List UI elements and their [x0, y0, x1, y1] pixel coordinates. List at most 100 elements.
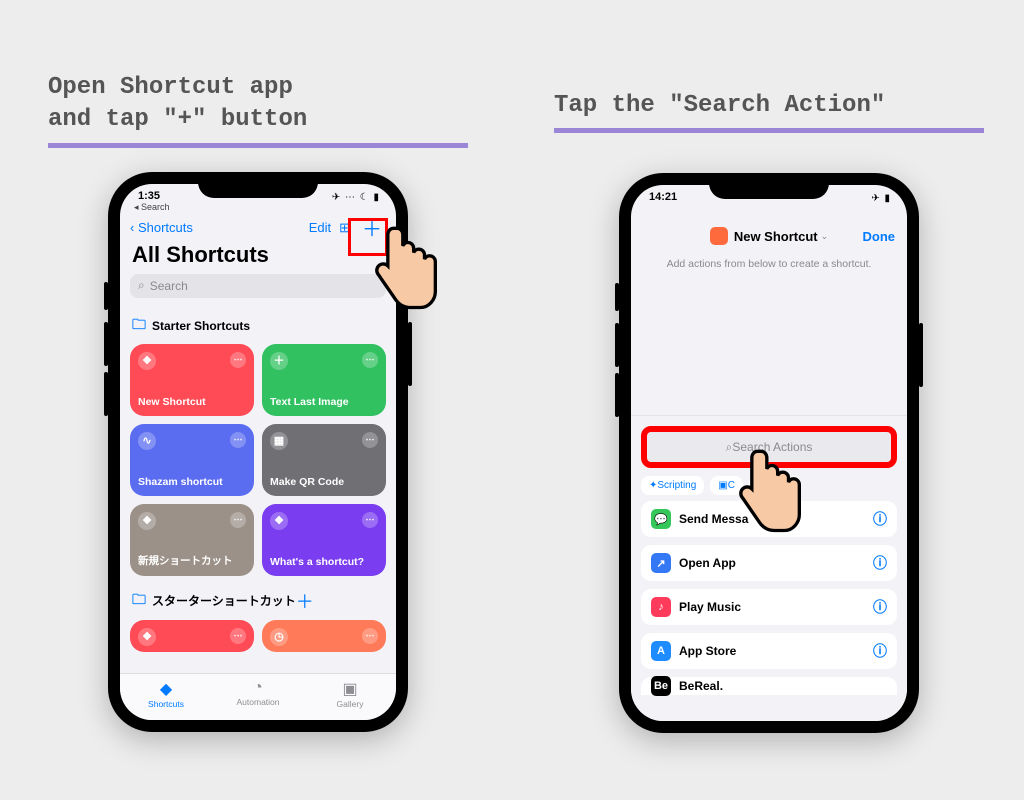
tab-shortcuts[interactable]: ◆Shortcuts — [120, 674, 212, 720]
tile-label: Text Last Image — [270, 396, 378, 408]
phone-screen-left: 1:35 ◂ Search ✈ ⋯ ☾ ▮ ‹ Shortcuts Edit ⊞… — [120, 184, 396, 720]
more-icon[interactable]: ⋯ — [362, 432, 378, 448]
status-indicators: ✈ ⋯ ☾ ▮ — [332, 192, 380, 203]
page-title: All Shortcuts — [120, 242, 396, 274]
tile-icon: ❖ — [138, 628, 156, 646]
phone-notch — [709, 173, 829, 199]
more-icon[interactable]: ⋯ — [230, 432, 246, 448]
search-placeholder: Search — [150, 279, 188, 293]
action-label: BeReal. — [679, 679, 723, 693]
new-shortcut-icon — [710, 227, 728, 245]
tab-automation[interactable]: ◔Automation — [212, 674, 304, 720]
shortcuts-grid: ❖⋯◷⋯ — [120, 620, 396, 652]
category-label: Device — [763, 480, 794, 491]
info-icon[interactable]: ⓘ — [873, 597, 887, 617]
tile-label: What's a shortcut? — [270, 556, 378, 568]
status-back-link[interactable]: ◂ Search — [134, 202, 170, 213]
info-icon[interactable]: ⓘ — [873, 553, 887, 573]
more-icon[interactable]: ⋯ — [230, 628, 246, 644]
phone-side-button — [615, 323, 619, 367]
action-row[interactable]: 💬Send Messaⓘ — [641, 501, 897, 537]
more-icon[interactable]: ⋯ — [362, 352, 378, 368]
phone-side-button — [104, 282, 108, 310]
add-button[interactable]: ＋ — [358, 213, 386, 242]
category-chip[interactable]: ▣ C — [710, 476, 743, 495]
category-chip[interactable]: ▯ Device — [749, 476, 801, 495]
phone-screen-right: 14:21 ✈ ▮ New Shortcut ⌄ Done Add action… — [631, 185, 907, 721]
caption-line: Open Shortcut app — [48, 74, 293, 101]
hint-text: Add actions from below to create a short… — [631, 251, 907, 277]
caption-line: and tap "+" button — [48, 106, 307, 133]
tile-icon: ∿ — [138, 432, 156, 450]
search-icon: ⌕ — [726, 440, 733, 455]
action-icon: ♪ — [651, 597, 671, 617]
more-icon[interactable]: ⋯ — [362, 628, 378, 644]
tile-icon: ＋ — [270, 352, 288, 370]
phone-side-button — [408, 322, 412, 386]
phone-left: 1:35 ◂ Search ✈ ⋯ ☾ ▮ ‹ Shortcuts Edit ⊞… — [108, 172, 408, 732]
tile-label: New Shortcut — [138, 396, 246, 408]
shortcut-tile[interactable]: ❖ ⋯ What's a shortcut? — [262, 504, 386, 576]
shortcut-tile[interactable]: ▦ ⋯ Make QR Code — [262, 424, 386, 496]
actions-list: 💬Send Messaⓘ↗Open Appⓘ♪Play MusicⓘAApp S… — [631, 501, 907, 695]
shortcut-tile[interactable]: ❖⋯New Shortcut — [130, 344, 254, 416]
new-shortcut-header: New Shortcut ⌄ Done — [631, 221, 907, 251]
action-row[interactable]: ♪ Play Music ⓘ — [641, 589, 897, 625]
tile-label: Shazam shortcut — [138, 476, 246, 488]
action-icon: Be — [651, 676, 671, 696]
tile-label: Make QR Code — [270, 476, 378, 488]
action-row[interactable]: ↗ Open App ⓘ — [641, 545, 897, 581]
action-row[interactable]: AApp Storeⓘ — [641, 633, 897, 669]
search-actions-placeholder: Search Actions — [732, 440, 812, 454]
more-icon[interactable]: ⋯ — [230, 512, 246, 528]
tab-gallery[interactable]: ▣Gallery — [304, 674, 396, 720]
folder-row[interactable]: 🗀 スターターショートカット ＋ — [120, 582, 396, 620]
shortcut-tile[interactable]: ◷⋯ — [262, 620, 386, 652]
new-shortcut-title[interactable]: New Shortcut — [734, 229, 818, 244]
tile-label: 新規ショートカット — [138, 553, 246, 568]
folder-row[interactable]: 🗀 Starter Shortcuts — [120, 308, 396, 344]
actions-sheet: ⌕ Search Actions ✦ Scripting▣ C▯ Device … — [631, 415, 907, 721]
action-row[interactable]: Be BeReal. — [641, 677, 897, 695]
action-label: Open App — [679, 556, 736, 570]
phone-right: 14:21 ✈ ▮ New Shortcut ⌄ Done Add action… — [619, 173, 919, 733]
category-icon: ✦ — [649, 480, 657, 491]
tile-icon: ❖ — [270, 512, 288, 530]
chevron-down-icon[interactable]: ⌄ — [821, 231, 829, 242]
phone-side-button — [615, 283, 619, 311]
clock-icon: ◔ — [212, 679, 304, 697]
phone-side-button — [919, 323, 923, 387]
status-time: 1:35 — [138, 190, 160, 202]
search-input[interactable]: ⌕ Search — [130, 274, 386, 298]
edit-button[interactable]: Edit — [309, 220, 331, 235]
shortcut-tile[interactable]: ❖⋯ — [130, 620, 254, 652]
done-button[interactable]: Done — [863, 229, 896, 244]
action-label: Send Messa — [679, 512, 748, 526]
info-icon[interactable]: ⓘ — [873, 641, 887, 661]
tile-icon: ▦ — [270, 432, 288, 450]
shortcuts-grid: ❖ ⋯ New Shortcut ＋ ⋯ Text Last Image ∿ ⋯ Shazam … — [120, 344, 396, 576]
step-2-panel: Tap the "Search Action" 14:21 ✈ ▮ New Sh… — [554, 90, 984, 733]
folder-label: Starter Shortcuts — [152, 319, 250, 333]
category-chip[interactable]: ✦ Scripting — [641, 476, 704, 495]
action-label: Play Music — [679, 600, 741, 614]
add-icon[interactable]: ＋ — [296, 588, 314, 614]
info-icon[interactable]: ⓘ — [873, 509, 887, 529]
tile-icon: ◷ — [270, 628, 288, 646]
search-actions-input[interactable]: ⌕ Search Actions — [641, 426, 897, 468]
search-icon: ⌕ — [138, 278, 145, 293]
folder-icon: 🗀 — [132, 314, 146, 338]
grid-view-icon[interactable]: ⊞ — [339, 220, 350, 236]
more-icon[interactable]: ⋯ — [362, 512, 378, 528]
shortcut-tile[interactable]: ＋ ⋯ Text Last Image — [262, 344, 386, 416]
action-icon: ↗ — [651, 553, 671, 573]
nav-back-button[interactable]: ‹ Shortcuts — [130, 220, 193, 235]
category-row: ✦ Scripting ▣ C ▯ Device — [631, 476, 907, 501]
more-icon[interactable]: ⋯ — [230, 352, 246, 368]
status-indicators: ✈ ▮ — [871, 193, 891, 204]
category-label: Scripting — [657, 480, 696, 491]
shortcut-tile[interactable]: ❖⋯新規ショートカット — [130, 504, 254, 576]
shortcut-tile[interactable]: ∿ ⋯ Shazam shortcut — [130, 424, 254, 496]
nav-row: ‹ Shortcuts Edit ⊞ ＋ — [120, 214, 396, 242]
folder-icon: 🗀 — [132, 589, 146, 613]
